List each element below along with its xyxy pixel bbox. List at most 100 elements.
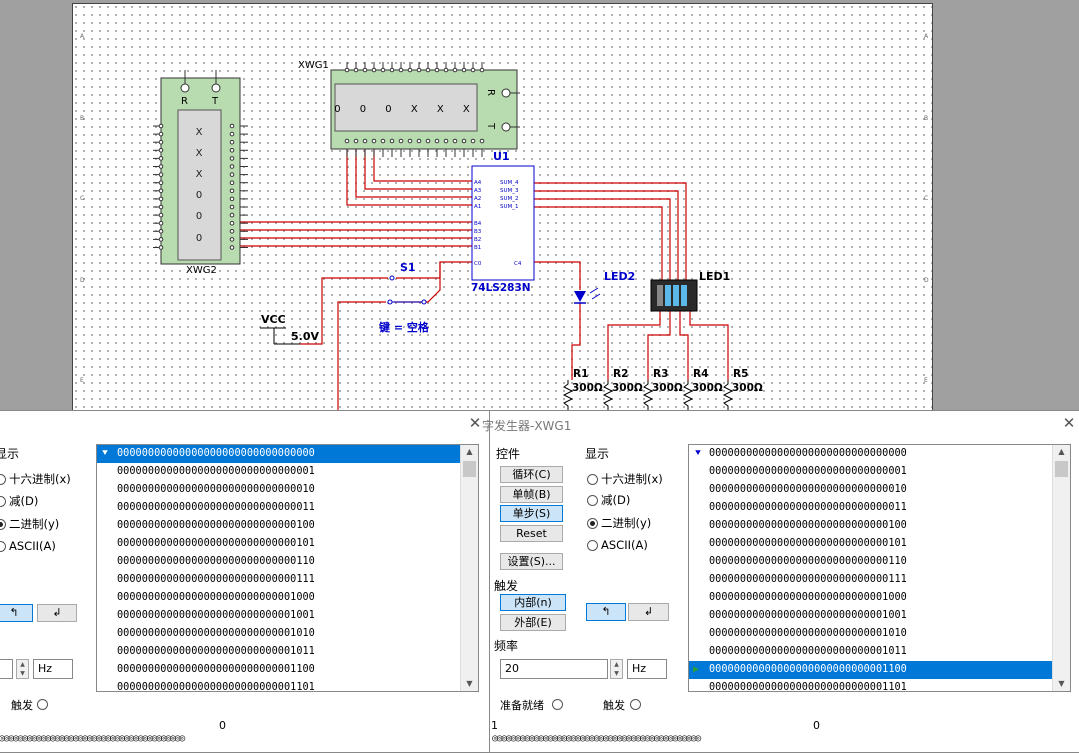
word-row[interactable]: ⯆ 00000000000000000000000000000000 xyxy=(97,445,478,463)
pin-terminal[interactable] xyxy=(158,196,164,202)
scrollbar[interactable]: ▲ ▼ xyxy=(460,445,478,691)
pin-terminal[interactable] xyxy=(425,138,431,144)
word-row[interactable]: 00000000000000000000000000000101 xyxy=(689,535,1070,553)
pin-terminal[interactable] xyxy=(344,138,350,144)
word-row[interactable]: 00000000000000000000000000001011 xyxy=(689,643,1070,661)
step-button[interactable]: 单步(S) xyxy=(500,505,563,522)
xwg2-r-terminal-icon[interactable] xyxy=(180,83,190,93)
pin-terminal[interactable] xyxy=(353,67,359,73)
word-row[interactable]: 00000000000000000000000000000101 xyxy=(97,535,478,553)
schematic-canvas[interactable]: A B C D E A B C D E R T X X X 0 0 0 XWG2… xyxy=(0,0,1079,413)
pin-terminal[interactable] xyxy=(371,67,377,73)
pin-terminal[interactable] xyxy=(158,204,164,210)
pin-terminal[interactable] xyxy=(229,139,235,145)
close-icon[interactable]: ✕ xyxy=(468,416,482,431)
radio-hex[interactable]: 十六进制(x) xyxy=(0,471,71,487)
word-row[interactable]: 00000000000000000000000000001000 xyxy=(689,589,1070,607)
pin-terminal[interactable] xyxy=(229,156,235,161)
pin-terminal[interactable] xyxy=(158,180,164,185)
pin-terminal[interactable] xyxy=(229,131,235,137)
pin-terminal[interactable] xyxy=(416,138,422,144)
pin-terminal[interactable] xyxy=(158,148,164,153)
led1-bargraph[interactable]: LED1 xyxy=(650,270,730,312)
pin-terminal[interactable] xyxy=(461,67,467,73)
pin-terminal[interactable] xyxy=(158,237,164,242)
word-row[interactable]: 00000000000000000000000000000100 xyxy=(97,517,478,535)
pin-terminal[interactable] xyxy=(229,188,235,194)
freq-spinner[interactable]: ▲ ▼ xyxy=(610,659,623,679)
word-row[interactable]: 00000000000000000000000000001101 xyxy=(689,679,1070,691)
word-row[interactable]: 00000000000000000000000000000111 xyxy=(97,571,478,589)
pin-terminal[interactable] xyxy=(380,67,386,73)
close-icon[interactable]: ✕ xyxy=(1062,416,1076,431)
pin-terminal[interactable] xyxy=(407,67,413,73)
word-row[interactable]: ▶ 00000000000000000000000000001100 xyxy=(689,661,1070,679)
word-row[interactable]: 00000000000000000000000000000000 ⯆ xyxy=(689,445,1070,463)
pin-terminal[interactable] xyxy=(434,138,440,144)
freq-unit-select[interactable]: Hz xyxy=(33,659,73,679)
pin-terminal[interactable] xyxy=(229,237,235,242)
scroll-thumb[interactable] xyxy=(1055,461,1068,477)
pin-terminal[interactable] xyxy=(158,164,164,169)
xwg1-r-terminal-icon[interactable] xyxy=(501,88,511,98)
radio-hex[interactable]: 十六进制(x) xyxy=(587,471,663,487)
word-row[interactable]: 00000000000000000000000000000001 xyxy=(97,463,478,481)
radio-ascii[interactable]: ASCII(A) xyxy=(587,538,648,552)
vcc-source[interactable]: VCC 5.0V xyxy=(260,313,319,345)
falling-edge-button[interactable]: ↲ xyxy=(37,604,77,622)
xwg1-instrument[interactable]: 0 0 0 X X X R T XWG1 xyxy=(298,60,520,157)
pin-terminal[interactable] xyxy=(452,138,458,144)
pin-terminal[interactable] xyxy=(407,138,413,144)
rising-edge-button[interactable]: ↰ xyxy=(586,603,626,621)
radio-dec[interactable]: 减(D) xyxy=(587,492,630,508)
scroll-up-icon[interactable]: ▲ xyxy=(1053,445,1070,459)
pin-terminal[interactable] xyxy=(229,220,235,226)
word-row[interactable]: 00000000000000000000000000001010 xyxy=(689,625,1070,643)
word-row[interactable]: 00000000000000000000000000000001 xyxy=(689,463,1070,481)
pin-terminal[interactable] xyxy=(362,138,368,144)
pin-terminal[interactable] xyxy=(362,67,368,73)
left-word-generator-dialog[interactable]: ✕ 显示 十六进制(x) 减(D) 二进制(y) ASCII(A) ↰ ↲ ▲ ▼… xyxy=(0,410,491,753)
burst-button[interactable]: 单帧(B) xyxy=(500,486,563,503)
pin-terminal[interactable] xyxy=(371,138,377,144)
pin-terminal[interactable] xyxy=(158,131,164,137)
settings-button[interactable]: 设置(S)... xyxy=(500,553,563,570)
freq-unit-select[interactable]: Hz xyxy=(627,659,667,679)
freq-input[interactable]: 20 xyxy=(500,659,608,679)
pin-terminal[interactable] xyxy=(461,138,467,144)
word-row[interactable]: 00000000000000000000000000001010 xyxy=(97,625,478,643)
left-word-list[interactable]: ⯆ 00000000000000000000000000000000 0000000… xyxy=(96,444,479,692)
word-row[interactable]: 00000000000000000000000000000110 xyxy=(689,553,1070,571)
pin-terminal[interactable] xyxy=(398,138,404,144)
pin-terminal[interactable] xyxy=(389,67,395,73)
falling-edge-button[interactable]: ↲ xyxy=(628,603,669,621)
pin-terminal[interactable] xyxy=(229,123,235,129)
pin-terminal[interactable] xyxy=(443,138,449,144)
pin-terminal[interactable] xyxy=(389,138,395,144)
reset-button[interactable]: Reset xyxy=(500,525,563,542)
right-word-list[interactable]: 00000000000000000000000000000000 ⯆ 0000000… xyxy=(688,444,1071,692)
xwg2-instrument[interactable]: R T X X X 0 0 0 XWG2 xyxy=(153,70,248,276)
pin-terminal[interactable] xyxy=(229,229,235,234)
pin-terminal[interactable] xyxy=(425,67,431,73)
led2[interactable]: LED2 xyxy=(574,270,635,304)
word-row[interactable]: 00000000000000000000000000000011 xyxy=(97,499,478,517)
word-row[interactable]: 00000000000000000000000000001001 xyxy=(689,607,1070,625)
scroll-down-icon[interactable]: ▼ xyxy=(1053,677,1070,691)
word-row[interactable]: 00000000000000000000000000001000 xyxy=(97,589,478,607)
scroll-thumb[interactable] xyxy=(463,461,476,477)
s1-switch[interactable]: S1 键 = 空格 xyxy=(378,261,430,334)
freq-input[interactable] xyxy=(0,659,13,679)
word-row[interactable]: 00000000000000000000000000001101 xyxy=(97,679,478,691)
pin-terminal[interactable] xyxy=(158,139,164,145)
pin-terminal[interactable] xyxy=(398,67,404,73)
pin-terminal[interactable] xyxy=(229,172,235,177)
word-row[interactable]: 00000000000000000000000000001011 xyxy=(97,643,478,661)
xwg2-t-terminal-icon[interactable] xyxy=(211,83,221,93)
pin-terminal[interactable] xyxy=(158,172,164,177)
word-row[interactable]: 00000000000000000000000000000011 xyxy=(689,499,1070,517)
pin-terminal[interactable] xyxy=(434,67,440,73)
word-row[interactable]: 00000000000000000000000000001001 xyxy=(97,607,478,625)
pin-terminal[interactable] xyxy=(479,67,485,73)
pin-terminal[interactable] xyxy=(158,212,164,218)
